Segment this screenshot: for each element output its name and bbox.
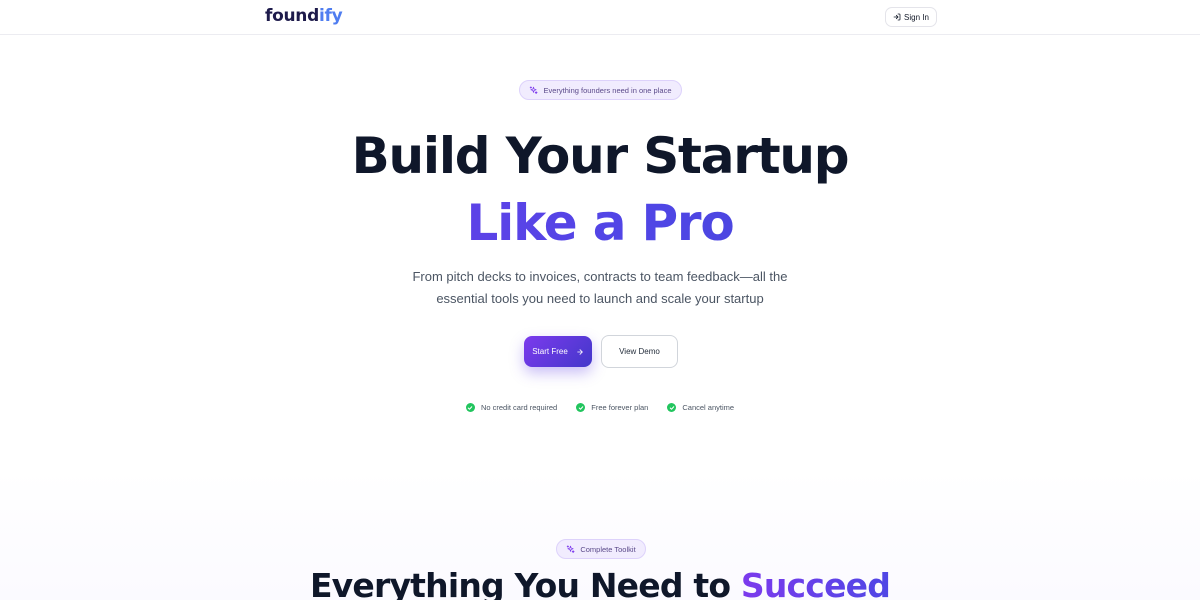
benefit-label: Free forever plan (591, 403, 649, 412)
logo-text-primary: found (265, 6, 319, 26)
start-free-label: Start Free (532, 347, 568, 356)
sparkles-icon (530, 85, 538, 94)
hero-badge: Everything founders need in one place (519, 80, 682, 100)
hero-title-highlight: Like a Pro (0, 198, 1200, 248)
check-circle-icon (667, 403, 677, 412)
log-in-icon (893, 13, 901, 21)
features-title-highlight: Succeed (741, 566, 891, 600)
features-title-text: Everything You Need to (309, 566, 741, 600)
hero-badge-label: Everything founders need in one place (543, 85, 672, 95)
view-demo-label: View Demo (619, 347, 660, 356)
logo[interactable]: foundify (265, 6, 343, 26)
arrow-right-icon (577, 348, 583, 355)
top-nav: foundify Sign In (0, 0, 1200, 35)
view-demo-button[interactable]: View Demo (601, 335, 678, 368)
benefit-list: No credit card required Free forever pla… (0, 403, 1200, 412)
hero-subtitle-line-1: From pitch decks to invoices, contracts … (412, 269, 788, 284)
benefit-item: No credit card required (465, 403, 558, 412)
features-badge-label: Complete Toolkit (580, 544, 636, 554)
start-free-button[interactable]: Start Free (524, 336, 592, 367)
sign-in-button[interactable]: Sign In (885, 7, 937, 27)
sign-in-label: Sign In (904, 12, 929, 22)
benefit-label: Cancel anytime (682, 403, 735, 412)
logo-text-accent: ify (318, 6, 343, 26)
features-title: Everything You Need to Succeed (0, 566, 1200, 600)
hero-title: Build Your Startup (351, 127, 850, 185)
features-badge: Complete Toolkit (556, 539, 646, 559)
benefit-label: No credit card required (480, 403, 558, 412)
benefit-item: Cancel anytime (667, 403, 734, 412)
check-circle-icon (576, 403, 586, 412)
sparkles-icon (567, 544, 575, 553)
landing-page: foundify Sign In Everything founders nee… (0, 0, 1200, 600)
benefit-item: Free forever plan (576, 403, 648, 412)
hero-subtitle-line-2: essential tools you need to launch and s… (436, 291, 764, 306)
check-circle-icon (465, 403, 475, 412)
